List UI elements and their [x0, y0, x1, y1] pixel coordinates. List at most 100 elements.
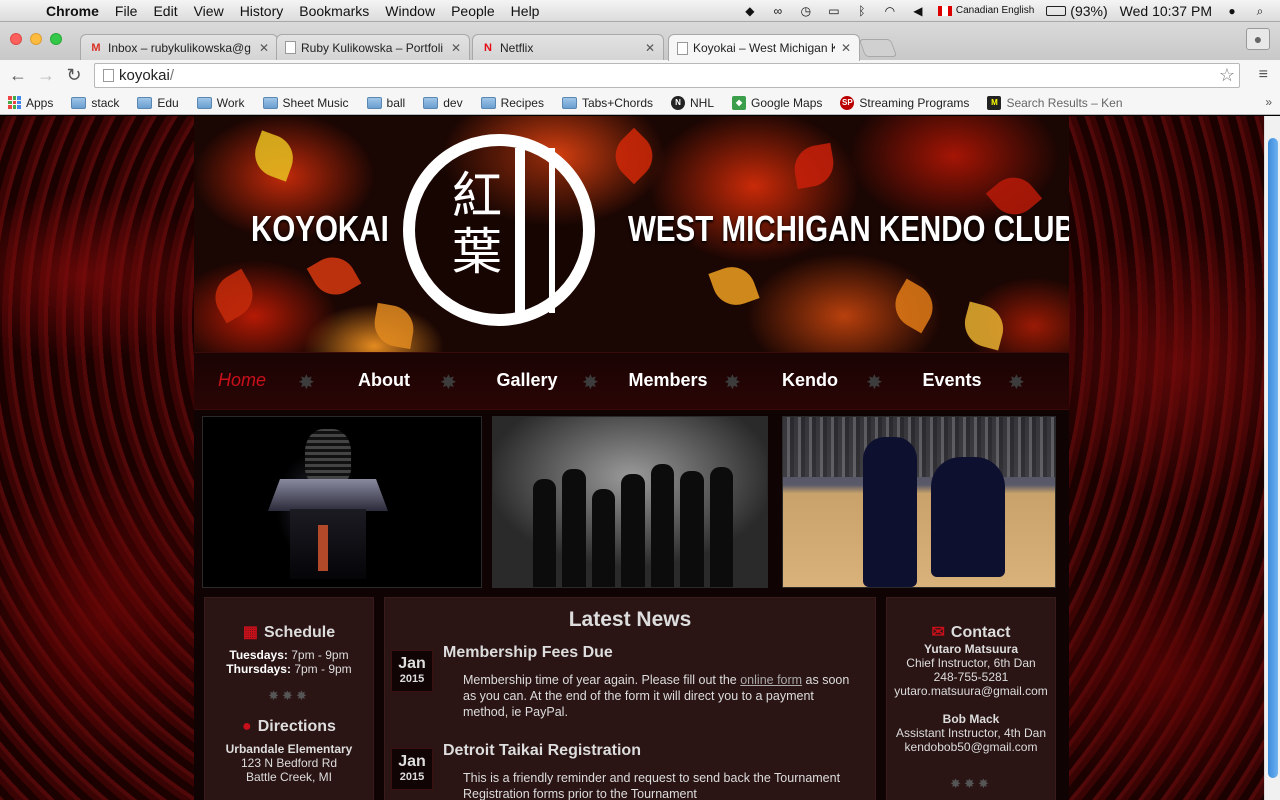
leaf-decoration: [248, 130, 300, 182]
binoculars-icon[interactable]: ∞: [770, 5, 786, 17]
maple-leaf-icon: ✸: [1008, 372, 1025, 394]
user-icon[interactable]: ●: [1224, 5, 1240, 17]
menu-view[interactable]: View: [186, 3, 232, 19]
leaf-decoration: [605, 127, 663, 185]
page-icon: [677, 41, 688, 55]
folder-icon: [137, 96, 153, 109]
contact-heading: ✉ Contact: [931, 624, 1011, 641]
macos-menubar: Chrome File Edit View History Bookmarks …: [0, 0, 1280, 22]
gmail-icon: M: [91, 41, 101, 54]
bookmark-folder-work[interactable]: Work: [196, 96, 245, 110]
tab-koyokai[interactable]: Koyokai – West Michigan K ✕: [668, 34, 860, 61]
folder-icon: [480, 96, 496, 109]
bookmark-folder-tabs-chords[interactable]: Tabs+Chords: [561, 96, 653, 110]
zoom-window-button[interactable]: [50, 33, 62, 45]
nav-kendo[interactable]: Kendo: [780, 353, 840, 411]
close-window-button[interactable]: [10, 33, 22, 45]
scrollbar-thumb[interactable]: [1268, 138, 1278, 778]
news-item: Jan 2015 Detroit Taikai Registration Thi…: [391, 742, 875, 800]
menu-edit[interactable]: Edit: [145, 3, 185, 19]
contact-card: Yutaro Matsuura Chief Instructor, 6th Da…: [894, 642, 1048, 698]
bookmark-folder-stack[interactable]: stack: [71, 96, 119, 110]
club-logo[interactable]: 紅 葉: [403, 134, 595, 326]
leaf-divider-icon: ✸✸✸: [268, 688, 310, 703]
time-machine-icon[interactable]: ◷: [798, 5, 814, 17]
tab-strip: M Inbox – rubykulikowska@g ✕ Ruby Kuliko…: [0, 22, 1280, 61]
menu-help[interactable]: Help: [503, 3, 548, 19]
contact-card: Bob Mack Assistant Instructor, 4th Dan k…: [895, 712, 1047, 754]
address-bar[interactable]: koyokai / ☆: [94, 63, 1240, 88]
nav-about[interactable]: About: [354, 353, 414, 411]
news-headline[interactable]: Detroit Taikai Registration: [443, 742, 641, 760]
bookmark-google-maps[interactable]: ◆ Google Maps: [732, 95, 822, 110]
bookmark-streaming-programs[interactable]: SP Streaming Programs: [840, 95, 969, 110]
display-icon[interactable]: ▭: [826, 5, 842, 17]
photo-kendo-armor[interactable]: [202, 416, 482, 588]
tab-gmail[interactable]: M Inbox – rubykulikowska@g ✕: [80, 34, 278, 60]
nav-home[interactable]: Home: [212, 353, 272, 411]
spotlight-search-icon[interactable]: ⌕: [1252, 5, 1268, 17]
forward-icon[interactable]: →: [32, 65, 60, 86]
menu-history[interactable]: History: [232, 3, 292, 19]
envelope-icon: ✉: [931, 624, 945, 641]
page-icon: [103, 69, 114, 82]
folder-icon: [262, 96, 278, 109]
nav-members[interactable]: Members: [626, 353, 710, 411]
battery-status[interactable]: (93%): [1046, 3, 1108, 19]
contact-email[interactable]: kendobob50@gmail.com: [905, 740, 1038, 754]
news-date: Jan 2015: [391, 650, 433, 692]
dropbox-icon[interactable]: ◆: [742, 5, 758, 17]
canada-flag-icon: [937, 5, 952, 16]
news-headline[interactable]: Membership Fees Due: [443, 644, 613, 662]
photo-kendo-match[interactable]: [782, 416, 1056, 588]
menu-app-name[interactable]: Chrome: [40, 3, 107, 19]
tab-portfolio[interactable]: Ruby Kulikowska – Portfoli ✕: [276, 34, 470, 60]
bookmark-folder-edu[interactable]: Edu: [137, 96, 179, 110]
profile-icon[interactable]: ●: [1246, 28, 1270, 50]
chrome-menu-icon[interactable]: ≡: [1259, 66, 1268, 84]
search-results-icon: M: [987, 95, 1002, 110]
close-tab-icon[interactable]: ✕: [645, 41, 655, 55]
menu-bookmarks[interactable]: Bookmarks: [291, 3, 377, 19]
content-columns: ▦ Schedule Tuesdays: 7pm - 9pm Thursdays:…: [194, 594, 1069, 800]
clock[interactable]: Wed 10:37 PM: [1120, 3, 1212, 19]
menu-file[interactable]: File: [107, 3, 146, 19]
nav-gallery[interactable]: Gallery: [492, 353, 562, 411]
minimize-window-button[interactable]: [30, 33, 42, 45]
news-date: Jan 2015: [391, 748, 433, 790]
bookmark-apps[interactable]: Apps: [8, 96, 53, 110]
leaf-decoration: [790, 142, 838, 190]
more-bookmarks-icon[interactable]: »: [1265, 95, 1272, 109]
close-tab-icon[interactable]: ✕: [259, 41, 269, 55]
directions-heading: ● Directions: [242, 718, 336, 735]
volume-icon[interactable]: ◀: [910, 5, 926, 17]
close-tab-icon[interactable]: ✕: [451, 41, 461, 55]
tab-netflix[interactable]: N Netflix ✕: [472, 34, 664, 60]
nav-events[interactable]: Events: [920, 353, 984, 411]
online-form-link[interactable]: online form: [740, 673, 802, 687]
contact-email[interactable]: yutaro.matsuura@gmail.com: [894, 684, 1048, 698]
menu-people[interactable]: People: [443, 3, 503, 19]
input-source[interactable]: Canadian English: [937, 5, 1034, 16]
new-tab-button[interactable]: [858, 39, 898, 57]
folder-icon: [196, 96, 212, 109]
menu-window[interactable]: Window: [377, 3, 443, 19]
logo-kanji: 紅 葉: [452, 167, 502, 281]
bookmark-star-icon[interactable]: ☆: [1219, 65, 1235, 86]
leaf-divider-icon: ✸✸✸: [950, 776, 992, 791]
bookmark-nhl[interactable]: N NHL: [671, 95, 714, 110]
bookmark-folder-recipes[interactable]: Recipes: [480, 96, 544, 110]
photo-club-group[interactable]: [492, 416, 768, 588]
page-scrollbar[interactable]: [1264, 116, 1280, 800]
news-panel: Latest News Jan 2015 Membership Fees Due…: [384, 597, 876, 800]
close-tab-icon[interactable]: ✕: [841, 41, 851, 55]
wifi-icon[interactable]: ◠: [882, 5, 898, 17]
bookmark-folder-dev[interactable]: dev: [423, 96, 463, 110]
back-icon[interactable]: ←: [4, 65, 32, 86]
bookmark-folder-ball[interactable]: ball: [366, 96, 405, 110]
bookmark-search-results[interactable]: M Search Results – Ken: [987, 95, 1123, 110]
reload-icon[interactable]: ↻: [60, 65, 88, 86]
bluetooth-icon[interactable]: ᛒ: [854, 5, 870, 17]
news-item: Jan 2015 Membership Fees Due Membership …: [391, 644, 875, 736]
bookmark-folder-sheet-music[interactable]: Sheet Music: [262, 96, 349, 110]
